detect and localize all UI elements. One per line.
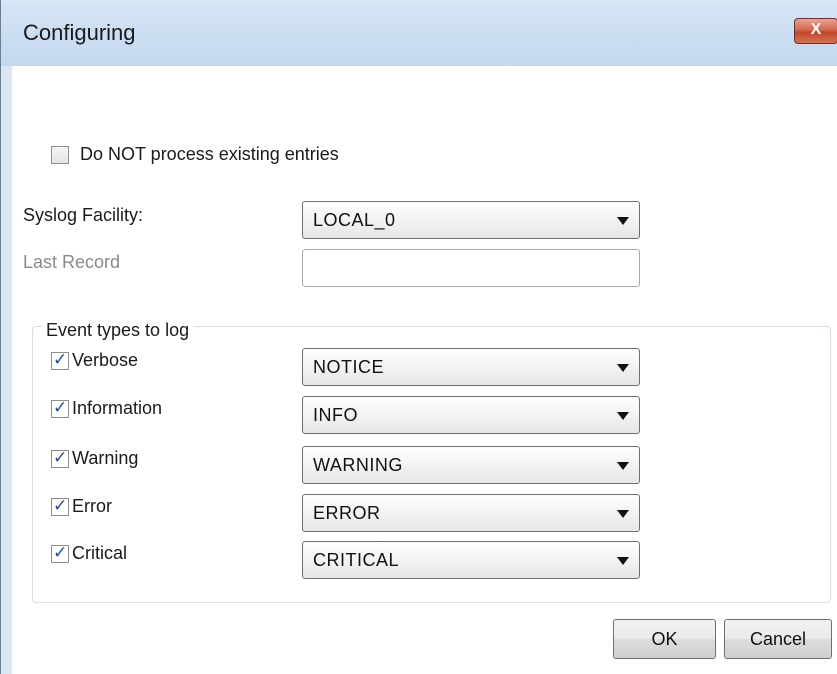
information-level-select[interactable]: INFO [302, 396, 640, 434]
skip-existing-label: Do NOT process existing entries [80, 144, 339, 164]
warning-level-select[interactable]: WARNING [302, 446, 640, 484]
last-record-label: Last Record [23, 252, 121, 272]
close-icon: X [810, 21, 822, 38]
warning-level-value: WARNING [313, 455, 403, 475]
error-level-value: ERROR [313, 503, 381, 523]
chevron-down-icon [617, 217, 629, 225]
warning-checkbox[interactable]: ✓ [51, 448, 69, 468]
verbose-checkbox[interactable]: ✓ [51, 350, 69, 370]
checkmark-icon: ✓ [53, 448, 68, 467]
information-label: Information [72, 398, 163, 418]
critical-label: Critical [72, 543, 128, 563]
critical-level-value: CRITICAL [313, 550, 400, 570]
syslog-facility-label: Syslog Facility: [23, 205, 144, 225]
last-record-input[interactable] [302, 249, 640, 287]
syslog-facility-value: LOCAL_0 [313, 210, 396, 230]
information-level-value: INFO [313, 405, 358, 425]
chevron-down-icon [617, 462, 629, 470]
verbose-level-value: NOTICE [313, 357, 385, 377]
checkmark-icon: ✓ [53, 398, 68, 417]
skip-existing-checkbox[interactable] [51, 146, 69, 164]
chevron-down-icon [617, 557, 629, 565]
error-level-select[interactable]: ERROR [302, 494, 640, 532]
dialog-title: Configuring [23, 20, 136, 45]
chevron-down-icon [617, 510, 629, 518]
verbose-label: Verbose [72, 350, 139, 370]
verbose-level-select[interactable]: NOTICE [302, 348, 640, 386]
error-checkbox[interactable]: ✓ [51, 496, 69, 516]
critical-checkbox[interactable]: ✓ [51, 543, 69, 563]
checkmark-icon: ✓ [53, 496, 68, 515]
warning-label: Warning [72, 448, 139, 468]
chevron-down-icon [617, 412, 629, 420]
close-button[interactable]: X [794, 18, 837, 44]
dialog-body: Do NOT process existing entries Syslog F… [12, 66, 837, 674]
configuring-dialog: Configuring X Do NOT process existing en… [0, 0, 837, 674]
error-label: Error [72, 496, 112, 516]
cancel-button[interactable]: Cancel [724, 619, 832, 659]
chevron-down-icon [617, 364, 629, 372]
checkmark-icon: ✓ [53, 543, 68, 562]
information-checkbox[interactable]: ✓ [51, 398, 69, 418]
title-bar[interactable]: Configuring X [1, 0, 837, 66]
ok-button[interactable]: OK [613, 619, 716, 659]
event-types-legend: Event types to log [42, 320, 194, 341]
syslog-facility-select[interactable]: LOCAL_0 [302, 201, 640, 239]
checkmark-icon: ✓ [53, 350, 68, 369]
critical-level-select[interactable]: CRITICAL [302, 541, 640, 579]
